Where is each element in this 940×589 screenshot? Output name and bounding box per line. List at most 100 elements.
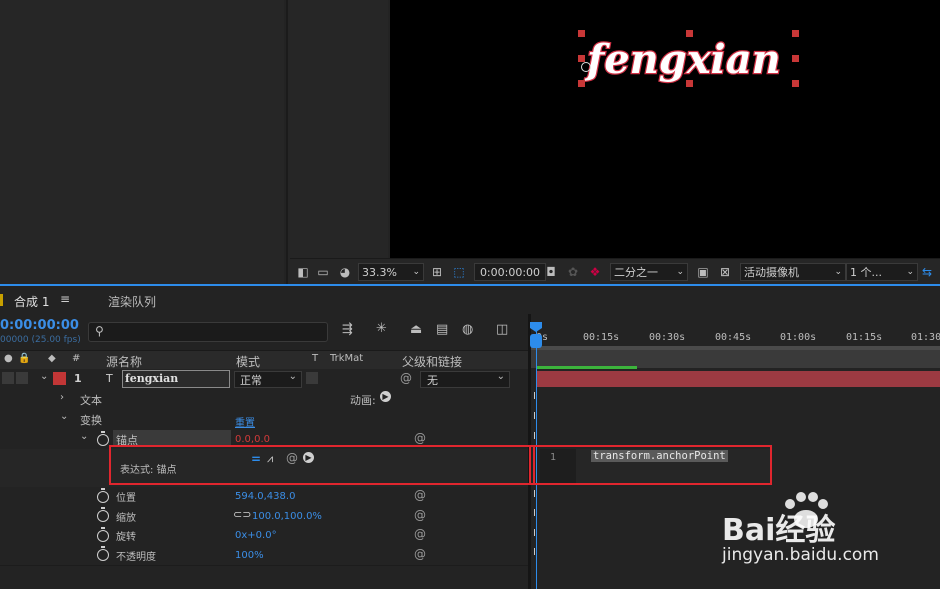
composition-viewer[interactable]: fengxian xyxy=(390,0,940,258)
mask-icon[interactable]: ◕ xyxy=(338,263,352,281)
pickwhip-icon[interactable]: @ xyxy=(414,547,426,561)
layer-name-field[interactable]: fengxian xyxy=(122,370,230,388)
lock-icon[interactable]: 🔒 xyxy=(18,353,30,364)
col-mode[interactable]: 模式 xyxy=(236,353,260,370)
search-input[interactable]: ⚲ xyxy=(88,322,328,342)
stopwatch-icon[interactable] xyxy=(97,527,109,542)
bbox-handle[interactable] xyxy=(578,55,585,62)
zoom-dropdown[interactable]: 33.3% ⌄ xyxy=(358,263,424,281)
blend-mode-dropdown[interactable]: 正常 ⌄ xyxy=(234,371,302,388)
bbox-handle[interactable] xyxy=(792,30,799,37)
keyframe-nav[interactable]: I xyxy=(533,411,541,422)
animate-label[interactable]: 动画: xyxy=(350,392,376,408)
layer-column-header: ● 🔒 ◆ # 源名称 模式 T TrkMat 父级和链接 xyxy=(0,350,530,370)
pickwhip-icon[interactable]: @ xyxy=(414,431,426,445)
bbox-handle[interactable] xyxy=(792,80,799,87)
bbox-handle[interactable] xyxy=(792,55,799,62)
anchor-value[interactable]: 0.0,0.0 xyxy=(235,434,270,445)
pickwhip-icon[interactable]: @ xyxy=(414,527,426,541)
grid-icon[interactable]: ⊞ xyxy=(430,263,444,281)
opacity-value[interactable]: 100% xyxy=(235,550,264,561)
color-channel-icon[interactable]: ❖ xyxy=(588,263,602,281)
fast-preview-icon[interactable]: ▣ xyxy=(696,263,710,281)
ruler-tick: 00:45s xyxy=(715,332,752,343)
stopwatch-icon[interactable] xyxy=(97,507,109,522)
pickwhip-icon[interactable]: @ xyxy=(414,488,426,502)
camera-dropdown[interactable]: 活动摄像机 ⌄ xyxy=(740,263,846,281)
constrain-link-icon[interactable]: ⊂⊃ xyxy=(233,508,251,521)
col-source-name[interactable]: 源名称 xyxy=(106,353,142,370)
anchor-point-icon[interactable] xyxy=(581,62,591,72)
shy-icon[interactable]: ⏏ xyxy=(410,322,422,337)
lock-toggle[interactable] xyxy=(16,372,28,384)
chevron-down-icon: ⌄ xyxy=(412,267,420,277)
chevron-down-icon: ⌄ xyxy=(906,267,914,277)
col-parent[interactable]: 父级和链接 xyxy=(402,353,462,370)
canvas-text: fengxian xyxy=(584,36,781,83)
layer-duration-bar[interactable] xyxy=(537,371,940,387)
views-dropdown[interactable]: 1 个... ⌄ xyxy=(846,263,918,281)
tab-composition[interactable]: 合成 1 xyxy=(14,293,49,310)
work-area-start[interactable] xyxy=(530,334,542,348)
label-icon[interactable]: ◆ xyxy=(48,353,56,364)
timecode-field[interactable]: 0:00:00:00 xyxy=(474,263,546,281)
show-snapshot-icon[interactable]: ✿ xyxy=(566,263,580,281)
preserve-transparency-toggle[interactable] xyxy=(306,372,318,384)
region-icon[interactable]: ⬚ xyxy=(452,263,466,281)
chevron-down-icon[interactable]: ⌄ xyxy=(40,371,48,382)
rotation-row[interactable]: 旋转 0x+0.0° @ xyxy=(0,526,530,546)
pickwhip-icon[interactable]: @ xyxy=(400,371,412,385)
transform-group-row[interactable]: ⌄ 变换 重置 xyxy=(0,409,530,430)
position-value[interactable]: 594.0,438.0 xyxy=(235,491,295,502)
frame-blending-icon[interactable]: ▤ xyxy=(436,322,448,337)
keyframe-nav[interactable]: I xyxy=(533,528,541,539)
pickwhip-icon[interactable]: @ xyxy=(414,508,426,522)
effects-panel xyxy=(286,0,388,284)
stopwatch-icon[interactable] xyxy=(97,546,109,561)
keyframe-nav[interactable]: I xyxy=(533,547,541,558)
scale-value[interactable]: 100.0,100.0% xyxy=(252,511,322,522)
label-color-swatch[interactable] xyxy=(53,372,66,385)
eye-icon[interactable]: ● xyxy=(4,353,13,364)
stopwatch-icon[interactable] xyxy=(97,488,109,503)
hamburger-icon[interactable]: ≡ xyxy=(60,292,70,306)
parent-dropdown[interactable]: 无 ⌄ xyxy=(420,371,510,388)
tab-render-queue[interactable]: 渲染队列 xyxy=(108,293,156,310)
visibility-toggle[interactable] xyxy=(2,372,14,384)
transparency-grid-icon[interactable]: ⊠ xyxy=(718,263,732,281)
draft-3d-icon[interactable]: ✳ xyxy=(376,321,387,336)
play-icon[interactable]: ▶ xyxy=(380,391,391,402)
always-preview-icon[interactable]: ◧ xyxy=(296,263,310,281)
stopwatch-icon[interactable] xyxy=(97,431,109,446)
comp-mini-flowchart-icon[interactable]: ⇶ xyxy=(342,322,353,337)
highlight-box-right xyxy=(529,445,772,485)
monitor-icon[interactable]: ▭ xyxy=(316,263,330,281)
reset-link[interactable]: 重置 xyxy=(235,414,255,429)
camera-snapshot-icon[interactable]: ◘ xyxy=(544,263,558,281)
text-group-row[interactable]: › 文本 动画: ▶ xyxy=(0,389,530,410)
rotation-value[interactable]: 0x+0.0° xyxy=(235,530,277,541)
bbox-handle[interactable] xyxy=(686,80,693,87)
opacity-row[interactable]: 不透明度 100% @ xyxy=(0,545,530,566)
layer-row[interactable]: ⌄ 1 T fengxian 正常 ⌄ @ 无 ⌄ xyxy=(0,369,530,390)
keyframe-nav[interactable]: I xyxy=(533,431,541,442)
keyframe-nav[interactable]: I xyxy=(533,391,541,402)
chevron-down-icon[interactable]: ⌄ xyxy=(60,411,68,422)
chevron-down-icon[interactable]: ⌄ xyxy=(80,431,88,442)
timecode-value: 0:00:00:00 xyxy=(479,265,541,279)
transform-label: 变换 xyxy=(80,414,102,427)
bbox-handle[interactable] xyxy=(578,80,585,87)
current-time[interactable]: 0:00:00:00 xyxy=(0,318,79,333)
resolution-dropdown[interactable]: 二分之一 ⌄ xyxy=(610,263,688,281)
keyframe-nav[interactable]: I xyxy=(533,508,541,519)
reset-exposure-icon[interactable]: ⇆ xyxy=(920,263,934,281)
chevron-right-icon[interactable]: › xyxy=(60,392,64,403)
graph-editor-icon[interactable]: ◫ xyxy=(496,322,508,337)
bbox-handle[interactable] xyxy=(686,30,693,37)
motion-blur-icon[interactable]: ◍ xyxy=(462,322,473,337)
col-number: # xyxy=(72,353,81,364)
scale-row[interactable]: 缩放 ⊂⊃ 100.0,100.0% @ xyxy=(0,506,530,527)
bbox-handle[interactable] xyxy=(578,30,585,37)
keyframe-nav[interactable]: I xyxy=(533,489,541,500)
position-row[interactable]: 位置 594.0,438.0 @ xyxy=(0,487,530,507)
